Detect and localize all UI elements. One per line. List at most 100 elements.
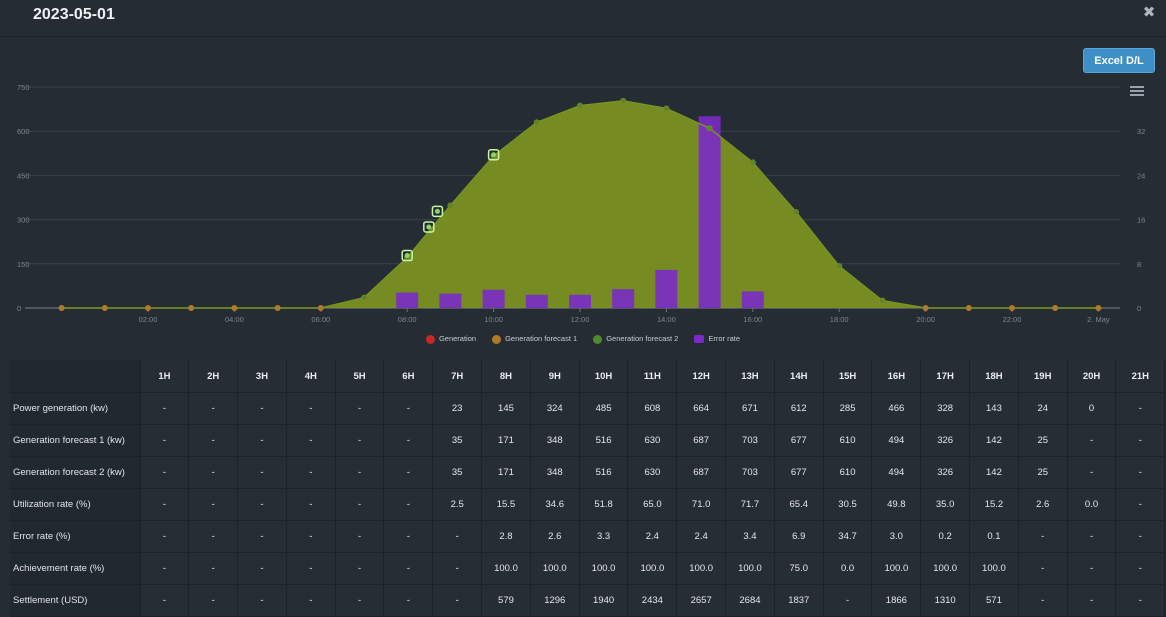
table-cell: - (286, 424, 336, 457)
error-rate-bar (396, 292, 419, 308)
legend-item[interactable]: Generation forecast 2 (593, 334, 678, 344)
forecast-2-point (707, 125, 713, 131)
table-cell: - (383, 584, 434, 617)
table-row: Generation forecast 2 (kw) - - - - - -35 171 348… (10, 456, 1166, 489)
table-cell: 25 (1018, 424, 1068, 457)
table-row-label: Power generation (kw) (10, 392, 141, 425)
table-column-header: 10H (579, 360, 629, 393)
forecast-2-point (750, 159, 756, 165)
table-cell: 2.8 (481, 520, 531, 553)
table-cell: - (140, 392, 190, 425)
legend-item[interactable]: Error rate (694, 334, 741, 344)
table-cell: 494 (871, 456, 922, 489)
x-tick-label: 2. May (1087, 315, 1110, 324)
table-cell: 687 (676, 456, 727, 489)
forecast-1-point (188, 305, 195, 311)
table-cell: 145 (481, 392, 531, 425)
x-tick-label: 16:00 (743, 315, 762, 324)
forecast-1-point (1095, 305, 1102, 311)
table-cell: - (1115, 488, 1166, 521)
table-cell: - (335, 456, 385, 489)
table-cell: - (140, 456, 190, 489)
forecast-2-point (620, 98, 626, 104)
table-cell: 3.0 (871, 520, 922, 553)
table-cell: 2.6 (530, 520, 580, 553)
table-cell: - (335, 488, 385, 521)
table-cell: - (1115, 424, 1166, 457)
table-column-header: 21H (1115, 360, 1166, 393)
table-column-header: 7H (432, 360, 483, 393)
table-column-header: 20H (1067, 360, 1117, 393)
y-left-tick-label: 300 (17, 216, 30, 225)
table-corner-cell (10, 360, 141, 393)
error-rate-bar (439, 293, 462, 308)
forecast-2-point (793, 209, 799, 215)
table-cell: - (1067, 456, 1117, 489)
table-cell: 35.0 (920, 488, 971, 521)
table-column-header: 3H (237, 360, 287, 393)
data-table: 1H 2H 3H 4H 5H 6H 7H 8H 9H 10H 11H 12H 13H 14H 15H 16H 1… (10, 360, 1166, 617)
forecast-1-point (317, 305, 324, 311)
table-cell: - (188, 456, 239, 489)
table-cell: - (188, 584, 239, 617)
table-cell: 100.0 (481, 552, 531, 585)
table-row: Generation forecast 1 (kw) - - - - - -35 171 348… (10, 424, 1166, 457)
chart: 0 150 300 450 600 750 0 8 16 24 32 02:00 04:00 06:00 0… (17, 83, 1145, 324)
table-cell: - (1067, 520, 1117, 553)
excel-download-button[interactable]: Excel D/L (1083, 48, 1155, 73)
error-rate-bar (482, 289, 505, 308)
table-cell: - (286, 488, 336, 521)
table-cell: 35 (432, 424, 483, 457)
y-left-tick-label: 450 (17, 171, 30, 180)
table-cell: - (432, 584, 483, 617)
table-column-header: 9H (530, 360, 580, 393)
table-cell: 30.5 (823, 488, 873, 521)
table-cell: 664 (676, 392, 727, 425)
table-cell: 171 (481, 424, 531, 457)
error-rate-bar (569, 294, 591, 308)
table-column-header: 13H (725, 360, 775, 393)
table-cell: 677 (774, 456, 824, 489)
table-cell: 348 (530, 456, 580, 489)
generation-point-dot (491, 152, 497, 158)
legend-label: Error rate (708, 334, 741, 343)
legend-label: Generation forecast 2 (606, 334, 679, 343)
table-cell: 610 (823, 456, 873, 489)
y-right-tick-label: 8 (1137, 260, 1141, 269)
forecast-2-point (577, 103, 583, 109)
table-column-header: 8H (481, 360, 531, 393)
close-icon[interactable]: ✖ (1140, 4, 1158, 22)
table-row-label: Generation forecast 2 (kw) (10, 456, 141, 489)
table-cell: - (1018, 552, 1068, 585)
table-cell: - (1018, 584, 1068, 617)
table-row-label: Utilization rate (%) (10, 488, 141, 521)
table-cell: 49.8 (871, 488, 922, 521)
legend-label: Generation (438, 334, 477, 343)
table-cell: - (335, 584, 385, 617)
table-cell: 100.0 (969, 552, 1019, 585)
table-column-header: 18H (969, 360, 1019, 393)
table-cell: - (286, 520, 336, 553)
table-cell: 142 (969, 424, 1019, 457)
table-cell: 0 (1067, 392, 1117, 425)
table-cell: - (335, 552, 385, 585)
legend-item[interactable]: Generation (425, 334, 477, 344)
x-tick-label: 04:00 (225, 315, 244, 324)
forecast-2-point (361, 295, 367, 301)
table-header-row: 1H 2H 3H 4H 5H 6H 7H 8H 9H 10H 11H 12H 13H 14H 15H 16H 1… (10, 360, 1166, 393)
table-column-header: 14H (774, 360, 824, 393)
table-cell: 671 (725, 392, 775, 425)
table-cell: - (432, 520, 483, 553)
legend-item[interactable]: Generation forecast 1 (492, 334, 577, 344)
table-cell: - (1067, 584, 1117, 617)
table-cell: - (237, 520, 287, 553)
legend-marker (425, 334, 435, 344)
table-cell: - (823, 584, 873, 617)
table-cell: - (286, 584, 336, 617)
table-cell: - (188, 488, 239, 521)
forecast-2-point (879, 298, 885, 304)
table-cell: 1837 (774, 584, 824, 617)
table-cell: 579 (481, 584, 531, 617)
table-cell: 326 (920, 424, 971, 457)
table-column-header: 1H (140, 360, 190, 393)
